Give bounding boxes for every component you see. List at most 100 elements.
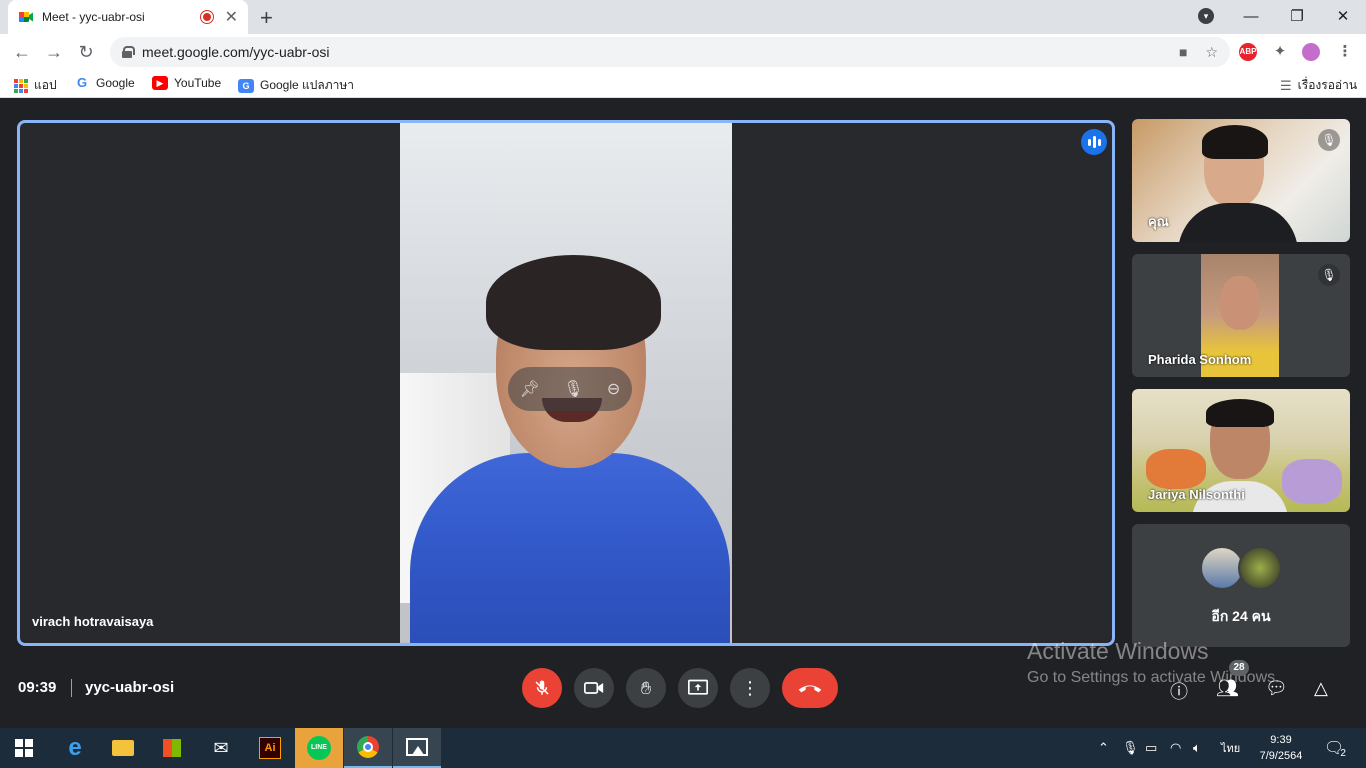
new-tab-button[interactable]: + <box>260 5 273 31</box>
bookmarks-bar: แอป G Google ▶ YouTube G Google แปลภาษา … <box>0 70 1366 98</box>
people-icon[interactable]: 👥︎ <box>1216 678 1239 699</box>
windows-taskbar: e ✉ Ai LINE ⌃ 🎙︎ ▭ ◠ 🔈︎ ไทย 9:39 7/9/256… <box>0 728 1366 768</box>
participant-name: คุณ <box>1148 214 1169 229</box>
participant-name: Jariya Nilsonthi <box>1148 487 1245 502</box>
more-participants-avatars <box>1200 546 1282 590</box>
browser-tab-strip: Meet - yyc-uabr-osi ✕ + ▾ — ❐ ✕ <box>0 0 1366 34</box>
url-text: meet.google.com/yyc-uabr-osi <box>142 44 330 60</box>
edge-icon[interactable]: e <box>51 728 99 768</box>
bookmark-youtube-label: YouTube <box>174 76 222 90</box>
camera-button[interactable] <box>574 668 614 708</box>
restore-button[interactable]: ❐ <box>1274 0 1320 32</box>
bookmark-youtube[interactable]: ▶ YouTube <box>152 76 221 90</box>
address-bar[interactable]: meet.google.com/yyc-uabr-osi ■ ☆ <box>110 37 1230 67</box>
input-language[interactable]: ไทย <box>1221 728 1240 768</box>
line-app-icon[interactable]: LINE <box>295 728 343 768</box>
lock-icon <box>122 46 135 58</box>
forward-arrow-icon[interactable]: → <box>42 40 66 64</box>
bookmark-apps[interactable]: แอป <box>14 76 57 95</box>
tile-hover-controls: 📌︎ 🎙︎ ⊖ <box>508 367 632 411</box>
apps-grid-icon <box>14 78 28 93</box>
reading-list[interactable]: ☰ เรื่องรออ่าน <box>1280 76 1357 95</box>
photos-icon[interactable] <box>393 728 441 768</box>
action-center[interactable]: 🗨︎ 2 <box>1324 728 1346 768</box>
divider <box>71 679 72 697</box>
recording-indicator-icon <box>200 11 213 23</box>
present-icon <box>688 679 708 695</box>
mic-off-icon <box>535 680 549 695</box>
bookmark-translate-label: Google แปลภาษา <box>260 78 355 92</box>
volume-icon[interactable]: 🔈︎ <box>1193 728 1201 768</box>
hand-icon: ✋︎ <box>640 677 652 698</box>
tab-title: Meet - yyc-uabr-osi <box>42 10 145 24</box>
main-speaker-name: virach hotravaisaya <box>32 614 154 629</box>
chrome-menu-icon[interactable]: ⋮ <box>1336 43 1354 61</box>
speaking-indicator-icon <box>1081 129 1107 155</box>
raise-hand-button[interactable]: ✋︎ <box>626 668 666 708</box>
minimize-button[interactable]: — <box>1228 0 1274 32</box>
main-speaker-tile[interactable]: 📌︎ 🎙︎ ⊖ virach hotravaisaya <box>17 120 1115 646</box>
wifi-icon[interactable]: ◠ <box>1170 728 1181 768</box>
bookmark-google[interactable]: G Google <box>74 75 135 91</box>
meet-control-bar: 09:39 yyc-uabr-osi ✋︎ ⋮ ⓘ 28 👥︎ 💬︎ △ <box>0 646 1366 728</box>
reading-list-icon: ☰ <box>1280 77 1292 93</box>
back-arrow-icon[interactable]: ← <box>10 40 34 64</box>
participant-tile-you[interactable]: 🎙︎ คุณ <box>1132 119 1350 242</box>
present-screen-button[interactable] <box>678 668 718 708</box>
file-explorer-icon[interactable] <box>99 728 147 768</box>
remove-icon[interactable]: ⊖ <box>607 379 620 399</box>
more-participants-tile[interactable]: อีก 24 คน <box>1132 524 1350 647</box>
camera-icon <box>584 682 604 694</box>
pin-icon[interactable]: 📌︎ <box>520 379 540 399</box>
bookmark-star-icon[interactable]: ☆ <box>1205 44 1218 61</box>
tab-search-icon[interactable]: ▾ <box>1198 8 1214 24</box>
illustrator-icon[interactable]: Ai <box>246 728 294 768</box>
participant-name: Pharida Sonhom <box>1148 352 1252 367</box>
taskbar-clock[interactable]: 9:39 7/9/2564 <box>1250 732 1312 764</box>
avatar <box>1238 546 1282 590</box>
participant-tile-pharida[interactable]: 🎙︎ Pharida Sonhom <box>1132 254 1350 377</box>
activities-shapes-icon[interactable]: △ <box>1314 678 1328 699</box>
meeting-details-info-icon[interactable]: ⓘ <box>1170 678 1188 704</box>
more-vert-icon: ⋮ <box>741 677 759 698</box>
mic-off-button[interactable] <box>522 668 562 708</box>
show-hidden-icons[interactable]: ⌃ <box>1098 728 1109 768</box>
microphone-in-use-icon[interactable]: 🎙︎ <box>1122 728 1139 768</box>
participant-tile-jariya[interactable]: Jariya Nilsonthi <box>1132 389 1350 512</box>
muted-mic-icon: 🎙︎ <box>1318 264 1340 286</box>
chat-icon[interactable]: 💬︎ <box>1265 678 1288 699</box>
meeting-time: 09:39 <box>18 679 57 696</box>
notification-count: 2 <box>1340 747 1346 759</box>
clock-time: 9:39 <box>1270 734 1292 746</box>
meeting-code: yyc-uabr-osi <box>85 679 175 696</box>
profile-avatar[interactable] <box>1302 43 1320 61</box>
browser-tab-meet[interactable]: Meet - yyc-uabr-osi ✕ <box>8 0 248 34</box>
meet-favicon-icon <box>18 9 34 25</box>
muted-mic-icon: 🎙︎ <box>1318 129 1340 151</box>
tab-close-icon[interactable]: ✕ <box>225 7 238 27</box>
people-count-badge: 28 <box>1229 660 1249 676</box>
hang-up-icon <box>798 685 822 693</box>
adblock-plus-icon[interactable]: ABP <box>1239 43 1257 61</box>
bookmark-apps-label: แอป <box>34 78 57 92</box>
chrome-icon[interactable] <box>344 728 392 768</box>
leave-call-button[interactable] <box>782 668 838 708</box>
youtube-play-icon: ▶ <box>152 76 168 90</box>
store-icon[interactable] <box>148 728 196 768</box>
reload-icon[interactable]: ↻ <box>74 40 98 64</box>
camera-in-use-icon[interactable]: ■ <box>1179 44 1187 60</box>
more-participants-label: อีก 24 คน <box>1211 608 1271 624</box>
windows-start-icon[interactable] <box>0 728 48 768</box>
extensions-puzzle-icon[interactable]: ✦ <box>1271 43 1289 61</box>
google-g-icon: G <box>76 75 88 90</box>
battery-icon[interactable]: ▭ <box>1145 728 1157 768</box>
mic-icon[interactable]: 🎙︎ <box>563 379 583 399</box>
clock-date: 7/9/2564 <box>1259 750 1303 762</box>
close-window-button[interactable]: ✕ <box>1320 0 1366 32</box>
more-options-button[interactable]: ⋮ <box>730 668 770 708</box>
bookmark-google-label: Google <box>96 76 135 90</box>
browser-toolbar: ← → ↻ meet.google.com/yyc-uabr-osi ■ ☆ A… <box>0 34 1366 70</box>
translate-icon: G <box>238 78 254 93</box>
mail-icon[interactable]: ✉ <box>197 728 245 768</box>
bookmark-translate[interactable]: G Google แปลภาษา <box>238 76 354 95</box>
